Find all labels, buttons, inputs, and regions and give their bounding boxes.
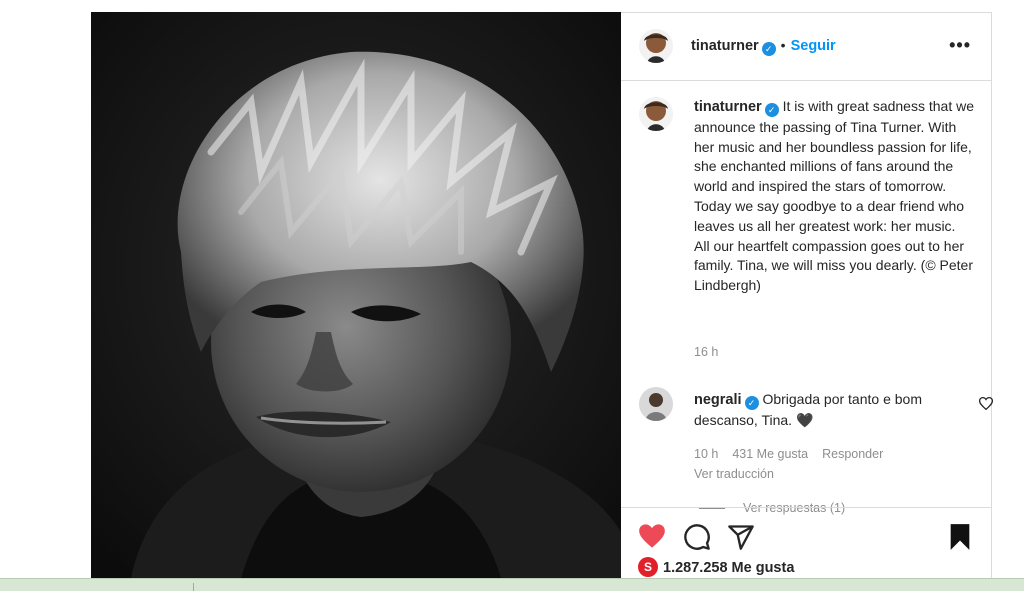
caption-text: tinaturner ✓ It is with great sadness tha…	[694, 97, 974, 296]
post-username[interactable]: tinaturner	[691, 38, 759, 54]
verified-badge-icon: ✓	[764, 103, 779, 117]
verified-badge-icon: ✓	[744, 396, 759, 410]
more-options-icon[interactable]: •••	[949, 35, 971, 56]
comment-like-heart-icon[interactable]	[978, 397, 994, 415]
comment-meta: 10 h 431 Me gusta Responder	[694, 447, 897, 461]
negrali-avatar-image	[639, 387, 673, 421]
caption-body: It is with great sadness that we announc…	[694, 98, 974, 294]
view-replies-button[interactable]: Ver respuestas (1)	[699, 501, 845, 515]
verified-badge-icon: ✓	[761, 42, 776, 56]
comment-avatar[interactable]	[639, 387, 673, 421]
share-paper-plane-icon[interactable]	[727, 523, 755, 556]
follow-button[interactable]: Seguir	[791, 38, 836, 54]
reply-button[interactable]: Responder	[822, 447, 883, 461]
see-translation-link[interactable]: Ver traducción	[694, 467, 774, 481]
replies-line-divider	[699, 508, 725, 510]
like-badge-icon: S	[638, 557, 658, 577]
avatar[interactable]	[639, 29, 673, 63]
like-heart-icon[interactable]	[638, 523, 666, 554]
comment-bubble-icon[interactable]	[683, 523, 711, 556]
portrait-image	[91, 12, 621, 578]
comment-timestamp[interactable]: 10 h	[694, 447, 718, 461]
post-details-panel: tinaturner ✓ • Seguir ••• tinaturner ✓ It is…	[621, 12, 994, 578]
taskbar-separator	[193, 583, 194, 591]
save-bookmark-icon[interactable]	[948, 523, 972, 556]
tinaturner-avatar-image	[639, 97, 673, 131]
likes-count[interactable]: S 1.287.258 Me gusta	[638, 557, 794, 577]
caption-avatar[interactable]	[639, 97, 673, 131]
taskbar	[0, 578, 1024, 591]
tinaturner-avatar-image	[639, 29, 673, 63]
comment-username[interactable]: negrali	[694, 392, 742, 408]
post-timestamp[interactable]: 16 h	[694, 345, 718, 359]
actions-divider	[621, 507, 991, 508]
comment-text: negrali ✓ Obrigada por tanto e bom descan…	[694, 389, 964, 430]
comment-likes-count[interactable]: 431 Me gusta	[732, 447, 808, 461]
post-header: tinaturner ✓ • Seguir •••	[621, 13, 991, 81]
likes-count-label: 1.287.258 Me gusta	[663, 560, 795, 576]
view-replies-label: Ver respuestas (1)	[743, 501, 846, 515]
post-photo[interactable]	[91, 12, 621, 578]
caption-username[interactable]: tinaturner	[694, 99, 762, 115]
separator-dot: •	[780, 37, 786, 53]
